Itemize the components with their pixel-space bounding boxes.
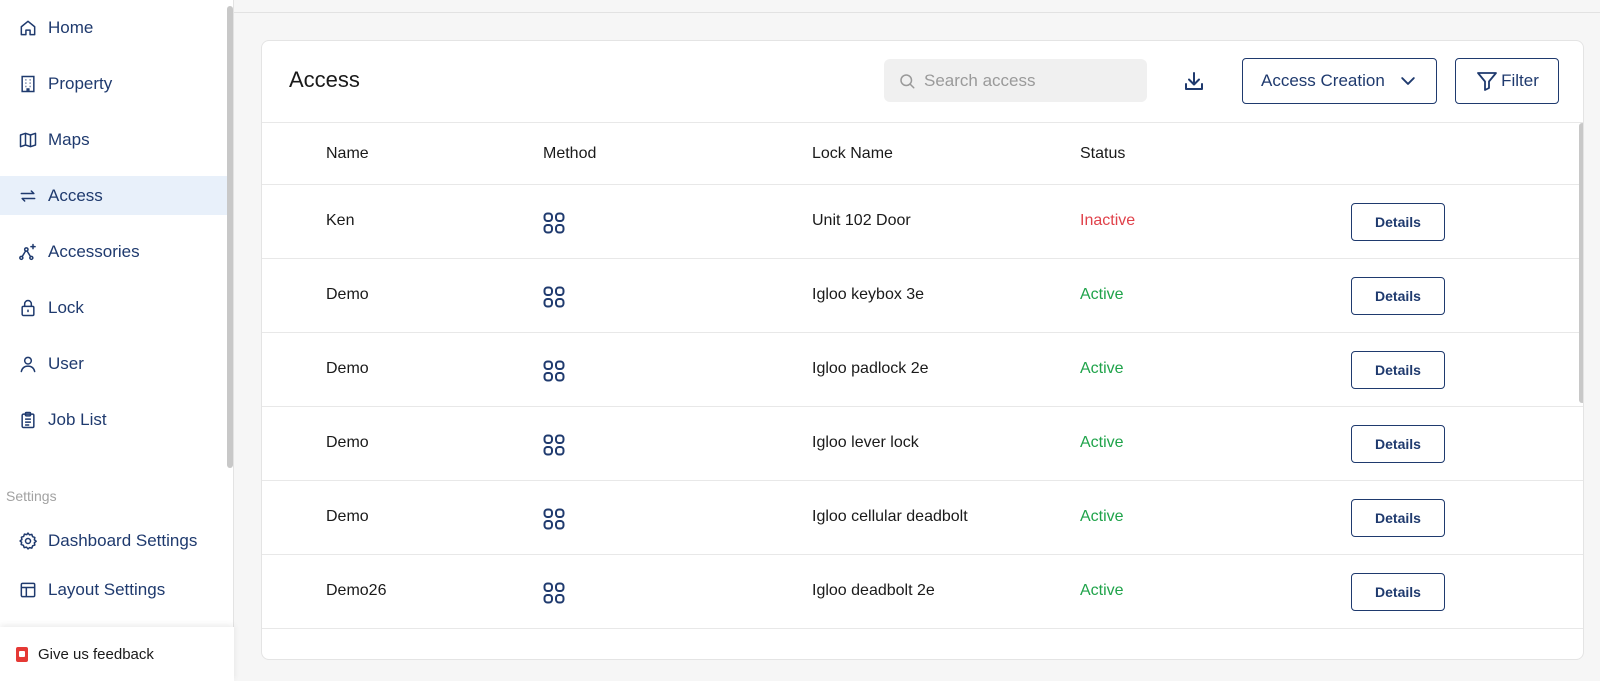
- row-name: Demo: [326, 360, 369, 377]
- sidebar-item-access[interactable]: Access: [0, 176, 228, 215]
- sidebar-item-label: Home: [48, 17, 94, 37]
- download-button[interactable]: [1179, 66, 1209, 96]
- search-box[interactable]: [884, 59, 1147, 102]
- row-name: Demo: [326, 286, 369, 303]
- status-badge: Active: [1080, 508, 1124, 525]
- access-creation-label: Access Creation: [1261, 71, 1385, 90]
- access-card: Access Access Creation Filter Name Metho…: [261, 40, 1584, 660]
- sidebar-item-lock[interactable]: Lock: [0, 288, 228, 327]
- feedback-button[interactable]: Give us feedback: [0, 627, 234, 681]
- network-icon: [18, 242, 38, 262]
- table-row: Demo Igloo lever lock Active Details: [262, 407, 1583, 481]
- row-name: Demo26: [326, 582, 387, 599]
- status-badge: Active: [1080, 582, 1124, 599]
- row-lock-name: Igloo lever lock: [812, 434, 919, 451]
- lock-icon: [18, 298, 38, 318]
- details-button[interactable]: Details: [1351, 203, 1445, 241]
- row-name: Ken: [326, 212, 355, 229]
- details-button[interactable]: Details: [1351, 425, 1445, 463]
- row-lock-name: Igloo keybox 3e: [812, 286, 925, 303]
- filter-label: Filter: [1501, 71, 1539, 90]
- page-title: Access: [289, 67, 360, 92]
- gear-icon: [18, 531, 38, 551]
- table-row: Demo Igloo padlock 2e Active Details: [262, 333, 1583, 407]
- table-row: Demo Igloo cellular deadbolt Active Deta…: [262, 481, 1583, 555]
- clipboard-icon: [18, 410, 38, 430]
- feedback-icon: [16, 646, 28, 662]
- sidebar-item-label: Accessories: [48, 241, 140, 261]
- method-grid-icon: [543, 286, 565, 308]
- chevron-down-icon: [1401, 77, 1415, 85]
- row-lock-name: Unit 102 Door: [812, 212, 911, 229]
- row-lock-name: Igloo deadbolt 2e: [812, 582, 935, 599]
- search-input[interactable]: [924, 70, 1144, 91]
- access-table: Name Method Lock Name Status Ken Unit 10…: [262, 122, 1583, 659]
- table-row: Demo Igloo keybox 3e Active Details: [262, 259, 1583, 333]
- filter-icon: [1477, 72, 1498, 91]
- row-lock-name: Igloo cellular deadbolt: [812, 508, 968, 525]
- sidebar-item-label: Job List: [48, 409, 107, 429]
- column-header-name[interactable]: Name: [326, 145, 369, 163]
- method-grid-icon: [543, 582, 565, 604]
- sidebar-item-accessories[interactable]: Accessories: [0, 232, 228, 271]
- status-badge: Active: [1080, 434, 1124, 451]
- sidebar-item-property[interactable]: Property: [0, 64, 228, 103]
- home-icon: [18, 18, 38, 38]
- table-header: Name Method Lock Name Status: [262, 123, 1583, 185]
- user-icon: [18, 354, 38, 374]
- sidebar-item-user[interactable]: User: [0, 344, 228, 383]
- sidebar-item-layout-settings[interactable]: Layout Settings: [0, 570, 228, 609]
- method-grid-icon: [543, 434, 565, 456]
- sidebar-item-label: Lock: [48, 297, 84, 317]
- method-grid-icon: [543, 508, 565, 530]
- row-lock-name: Igloo padlock 2e: [812, 360, 929, 377]
- details-button[interactable]: Details: [1351, 499, 1445, 537]
- filter-button[interactable]: Filter: [1455, 58, 1559, 104]
- sidebar-item-maps[interactable]: Maps: [0, 120, 228, 159]
- sidebar-item-label: Dashboard Settings: [48, 530, 198, 550]
- table-scrollbar[interactable]: [1579, 123, 1583, 403]
- search-icon: [900, 73, 915, 88]
- column-header-lock-name[interactable]: Lock Name: [812, 145, 893, 163]
- details-button[interactable]: Details: [1351, 351, 1445, 389]
- feedback-label: Give us feedback: [38, 645, 154, 663]
- row-name: Demo: [326, 434, 369, 451]
- column-header-status[interactable]: Status: [1080, 145, 1125, 163]
- layout-icon: [18, 580, 38, 600]
- table-row: Demo26 Igloo deadbolt 2e Active Details: [262, 555, 1583, 629]
- sidebar-item-dashboard-settings[interactable]: Dashboard Settings: [0, 521, 228, 560]
- swap-arrows-icon: [18, 186, 38, 206]
- download-icon: [1185, 72, 1203, 90]
- sidebar-item-label: Access: [48, 185, 103, 205]
- table-row: Ken Unit 102 Door Inactive Details: [262, 185, 1583, 259]
- sidebar-item-job-list[interactable]: Job List: [0, 400, 228, 439]
- map-icon: [18, 130, 38, 150]
- sidebar-item-label: Maps: [48, 129, 90, 149]
- column-header-method[interactable]: Method: [543, 145, 596, 163]
- sidebar-scrollbar[interactable]: [227, 6, 233, 468]
- sidebar-item-home[interactable]: Home: [0, 8, 228, 47]
- details-button[interactable]: Details: [1351, 277, 1445, 315]
- sidebar: Home Property Maps Access Accessories Lo…: [0, 0, 234, 681]
- access-creation-dropdown[interactable]: Access Creation: [1242, 58, 1437, 104]
- sidebar-item-label: Property: [48, 73, 113, 93]
- status-badge: Active: [1080, 360, 1124, 377]
- top-bar: [234, 0, 1600, 13]
- settings-heading: Settings: [6, 488, 57, 504]
- status-badge: Inactive: [1080, 212, 1136, 229]
- sidebar-item-label: Layout Settings: [48, 579, 166, 599]
- method-grid-icon: [543, 360, 565, 382]
- building-icon: [18, 74, 38, 94]
- row-name: Demo: [326, 508, 369, 525]
- sidebar-item-label: User: [48, 353, 84, 373]
- method-grid-icon: [543, 212, 565, 234]
- status-badge: Active: [1080, 286, 1124, 303]
- details-button[interactable]: Details: [1351, 573, 1445, 611]
